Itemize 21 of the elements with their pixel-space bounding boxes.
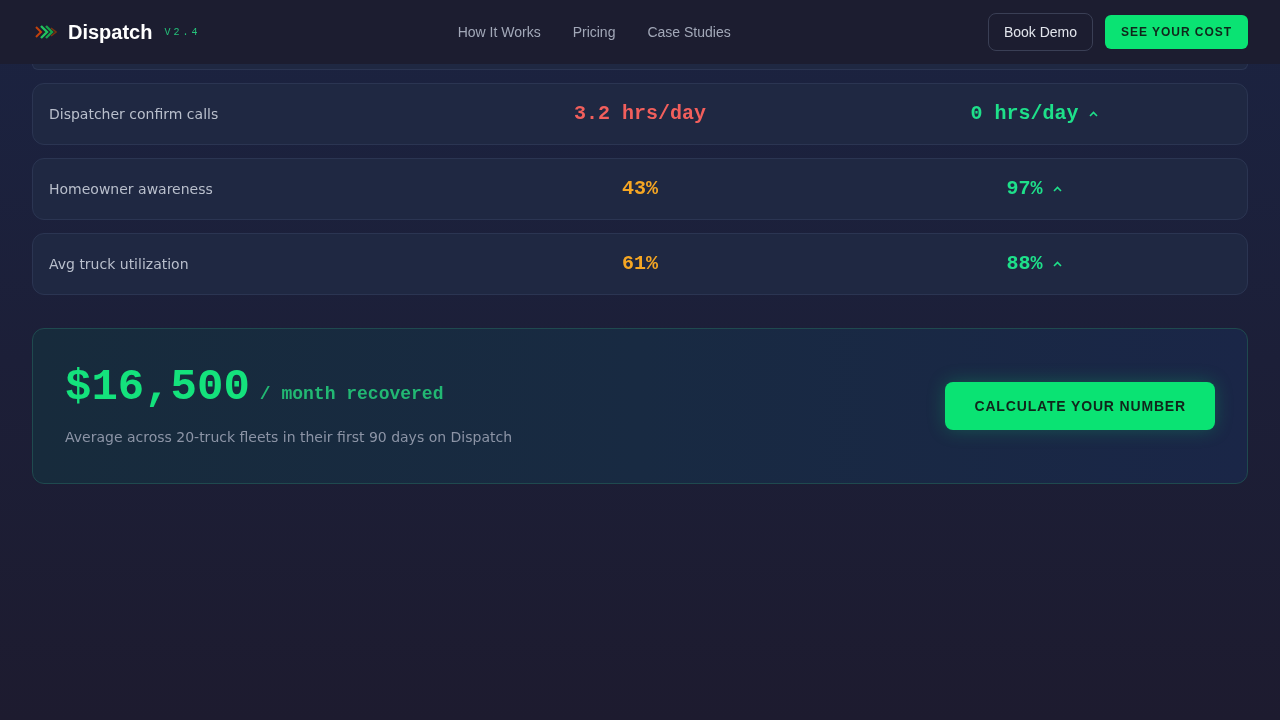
nav-link[interactable]: Pricing	[572, 21, 616, 43]
book-demo-button[interactable]: Book Demo	[987, 13, 1094, 51]
before-value: 3.2 hrs/day	[574, 101, 706, 127]
savings-amount: $16,500	[65, 364, 250, 409]
nav-link[interactable]: How It Works	[457, 21, 541, 43]
calculate-button[interactable]: CALCULATE YOUR NUMBER	[945, 382, 1215, 430]
after-value: 0 hrs/day	[970, 101, 1079, 127]
metric-label: Homeowner awareness	[49, 179, 214, 199]
savings-unit: / month recovered	[259, 382, 444, 406]
before-value: 61%	[622, 251, 658, 277]
see-cost-button[interactable]: SEE YOUR COST	[1105, 15, 1248, 49]
before-value: 43%	[622, 176, 658, 202]
after-value: 88%	[1006, 251, 1043, 277]
logo-icon	[35, 23, 57, 41]
metric-label: Avg truck utilization	[49, 254, 190, 274]
savings-note: Average across 20-truck fleets in their first 90 days on Dispatch	[65, 427, 512, 447]
nav-link[interactable]: Case Studies	[647, 21, 731, 43]
version-label: V2.4	[164, 25, 201, 40]
metric-label: Dispatcher confirm calls	[49, 104, 220, 124]
brand-name: Dispatch	[68, 20, 153, 45]
after-value: 97%	[1006, 176, 1043, 202]
